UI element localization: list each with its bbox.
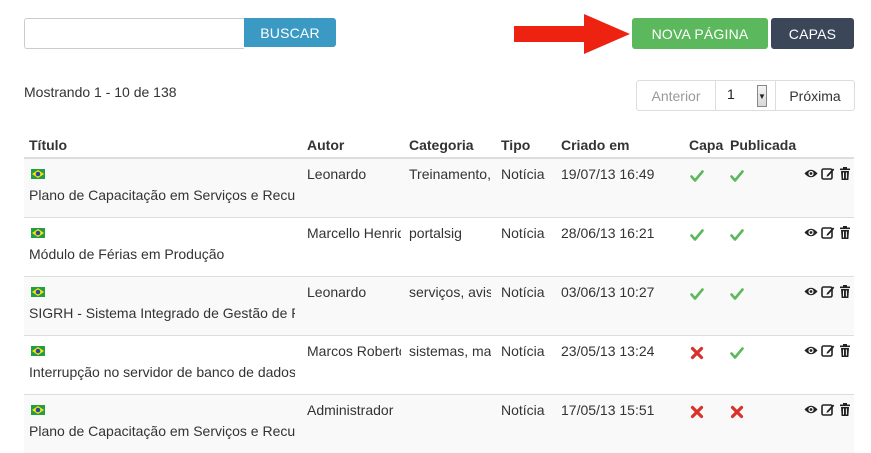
capas-button[interactable]: CAPAS: [771, 18, 854, 49]
results-summary: Mostrando 1 - 10 de 138: [24, 84, 177, 100]
eye-icon[interactable]: [804, 167, 818, 180]
table-row: Módulo de Férias em Produção Marcello He…: [24, 218, 854, 277]
capa-check-icon[interactable]: [690, 287, 704, 301]
row-category: serviços, avisos: [409, 284, 491, 300]
edit-icon[interactable]: [821, 285, 835, 298]
search-input[interactable]: [24, 18, 244, 49]
row-type: Notícia: [501, 166, 545, 182]
eye-icon[interactable]: [804, 285, 818, 298]
column-header-capa[interactable]: Capa: [689, 137, 723, 153]
row-created: 19/07/13 16:49: [561, 166, 655, 182]
table-header: Título Autor Categoria Tipo Criado em Ca…: [24, 130, 854, 159]
table-row: Plano de Capacitação em Serviços e Recur…: [24, 395, 854, 453]
row-type: Notícia: [501, 225, 545, 241]
row-actions: [804, 226, 852, 239]
row-actions: [804, 285, 852, 298]
row-category: sistemas, manutenção: [409, 343, 491, 359]
published-check-icon[interactable]: [730, 169, 744, 183]
capa-cross-icon[interactable]: [690, 405, 704, 419]
brazil-flag-icon: [31, 346, 45, 356]
search-button[interactable]: BUSCAR: [244, 18, 336, 47]
row-author: Marcello Henrique: [307, 225, 401, 241]
row-title[interactable]: Interrupção no servidor de banco de dado…: [29, 364, 295, 380]
page-select-value: 1: [727, 86, 735, 102]
eye-icon[interactable]: [804, 344, 818, 357]
row-category: portalsig: [409, 225, 462, 241]
row-type: Notícia: [501, 343, 545, 359]
edit-icon[interactable]: [821, 403, 835, 416]
capa-check-icon[interactable]: [690, 169, 704, 183]
brazil-flag-icon: [31, 169, 45, 179]
table-body: Plano de Capacitação em Serviços e Recur…: [24, 159, 854, 453]
column-header-published[interactable]: Publicada: [730, 137, 796, 153]
row-created: 17/05/13 15:51: [561, 402, 655, 418]
row-type: Notícia: [501, 284, 545, 300]
row-actions: [804, 344, 852, 357]
trash-icon[interactable]: [838, 226, 852, 239]
column-header-title[interactable]: Título: [29, 137, 67, 153]
eye-icon[interactable]: [804, 226, 818, 239]
brazil-flag-icon: [31, 228, 45, 238]
table-row: SIGRH - Sistema Integrado de Gestão de R…: [24, 277, 854, 336]
row-created: 23/05/13 13:24: [561, 343, 655, 359]
edit-icon[interactable]: [821, 344, 835, 357]
row-type: Notícia: [501, 402, 545, 418]
brazil-flag-icon: [31, 287, 45, 297]
published-check-icon[interactable]: [730, 287, 744, 301]
row-author: Marcos Roberto: [307, 343, 401, 359]
table-row: Interrupção no servidor de banco de dado…: [24, 336, 854, 395]
pages-table: Título Autor Categoria Tipo Criado em Ca…: [24, 130, 854, 453]
row-created: 28/06/13 16:21: [561, 225, 655, 241]
next-page-button[interactable]: Próxima: [775, 80, 855, 111]
brazil-flag-icon: [31, 405, 45, 415]
trash-icon[interactable]: [838, 403, 852, 416]
row-title[interactable]: SIGRH - Sistema Integrado de Gestão de R…: [29, 305, 295, 321]
column-header-category[interactable]: Categoria: [409, 137, 474, 153]
red-arrow-icon: [514, 14, 630, 54]
pagination: Anterior 1 ▼ Próxima: [636, 80, 855, 111]
row-actions: [804, 167, 852, 180]
select-arrow-icon[interactable]: ▼: [757, 85, 767, 107]
row-author: Leonardo: [307, 284, 367, 300]
published-check-icon[interactable]: [730, 228, 744, 242]
row-actions: [804, 403, 852, 416]
capa-cross-icon[interactable]: [690, 346, 704, 360]
row-author: Administrador: [307, 402, 394, 418]
row-title[interactable]: Módulo de Férias em Produção: [29, 246, 295, 262]
trash-icon[interactable]: [838, 344, 852, 357]
row-title[interactable]: Plano de Capacitação em Serviços e Recur…: [29, 423, 295, 439]
eye-icon[interactable]: [804, 403, 818, 416]
table-row: Plano de Capacitação em Serviços e Recur…: [24, 159, 854, 218]
row-author: Leonardo: [307, 166, 367, 182]
page-select[interactable]: 1 ▼: [716, 80, 775, 111]
edit-icon[interactable]: [821, 226, 835, 239]
column-header-author[interactable]: Autor: [307, 137, 344, 153]
previous-page-button[interactable]: Anterior: [636, 80, 716, 111]
published-check-icon[interactable]: [730, 346, 744, 360]
row-title[interactable]: Plano de Capacitação em Serviços e Recur…: [29, 187, 295, 203]
new-page-button[interactable]: NOVA PÁGINA: [632, 18, 768, 49]
row-category: Treinamento,: [409, 166, 491, 182]
capa-check-icon[interactable]: [690, 228, 704, 242]
edit-icon[interactable]: [821, 167, 835, 180]
column-header-type[interactable]: Tipo: [501, 137, 530, 153]
trash-icon[interactable]: [838, 167, 852, 180]
column-header-created[interactable]: Criado em: [561, 137, 629, 153]
published-cross-icon[interactable]: [730, 405, 744, 419]
trash-icon[interactable]: [838, 285, 852, 298]
row-created: 03/06/13 10:27: [561, 284, 655, 300]
